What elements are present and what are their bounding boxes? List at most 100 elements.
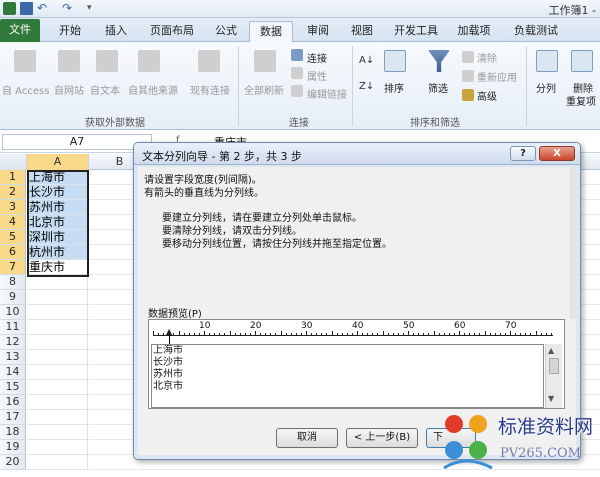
- row-header[interactable]: 4: [0, 215, 26, 230]
- undo-icon[interactable]: ↶: [37, 2, 50, 15]
- row-header[interactable]: 16: [0, 395, 26, 410]
- row-header[interactable]: 3: [0, 200, 26, 215]
- tab-view[interactable]: 视图: [342, 21, 382, 42]
- row-header[interactable]: 6: [0, 245, 26, 260]
- cell-a[interactable]: [27, 335, 88, 350]
- row-header[interactable]: 5: [0, 230, 26, 245]
- text-file-icon: [96, 50, 118, 72]
- edit-links-button[interactable]: 编辑链接: [307, 86, 347, 101]
- column-ruler[interactable]: ▲ 10 20 30 40 50 60 70: [149, 320, 564, 344]
- row-header[interactable]: 18: [0, 425, 26, 440]
- tab-page-layout[interactable]: 页面布局: [142, 21, 202, 42]
- sort-za-icon[interactable]: Z↓: [359, 80, 374, 94]
- ruler-tick: [229, 331, 231, 335]
- tab-addins[interactable]: 加载项: [450, 21, 498, 42]
- row-header[interactable]: 19: [0, 440, 26, 455]
- filter-button[interactable]: 筛选: [428, 80, 448, 95]
- cell-a[interactable]: [27, 455, 88, 470]
- row-header[interactable]: 7: [0, 260, 26, 275]
- clear-button[interactable]: 清除: [477, 50, 497, 65]
- from-access-button[interactable]: 自 Access: [2, 82, 49, 97]
- redo-icon[interactable]: ↷: [62, 2, 75, 15]
- ruler-tick: [423, 333, 425, 335]
- cell-a[interactable]: [27, 410, 88, 425]
- cancel-button[interactable]: 取消: [276, 428, 338, 448]
- ruler-line: [153, 335, 553, 336]
- scroll-up-icon[interactable]: ▲: [548, 346, 554, 355]
- cell-a[interactable]: 长沙市: [27, 185, 88, 200]
- tab-insert[interactable]: 插入: [96, 21, 136, 42]
- select-all-button[interactable]: [0, 154, 27, 170]
- scroll-down-icon[interactable]: ▼: [548, 394, 554, 403]
- column-header-a[interactable]: A: [27, 154, 89, 170]
- advanced-button[interactable]: 高级: [477, 88, 497, 103]
- cell-a[interactable]: [27, 395, 88, 410]
- preview-line: 上海市: [153, 345, 183, 356]
- tab-home[interactable]: 开始: [50, 21, 90, 42]
- row-header[interactable]: 2: [0, 185, 26, 200]
- sort-az-icon[interactable]: A↓: [359, 54, 374, 68]
- name-box[interactable]: A7: [2, 134, 152, 150]
- cell-a[interactable]: [27, 305, 88, 320]
- row-header[interactable]: 13: [0, 350, 26, 365]
- cell-a[interactable]: [27, 320, 88, 335]
- save-icon[interactable]: [20, 2, 33, 15]
- cell-a[interactable]: 苏州市: [27, 200, 88, 215]
- from-text-button[interactable]: 自文本: [90, 82, 120, 97]
- tab-load-test[interactable]: 负载测试: [506, 21, 566, 42]
- existing-connections-button[interactable]: 现有连接: [190, 82, 230, 97]
- refresh-all-button[interactable]: 全部刷新: [244, 82, 284, 97]
- dialog-scrollbar[interactable]: [570, 167, 576, 319]
- row-header[interactable]: 20: [0, 455, 26, 470]
- ruler-tick: [204, 331, 205, 335]
- cell-a[interactable]: [27, 425, 88, 440]
- preview-vertical-scrollbar[interactable]: ▲ ▼: [545, 344, 562, 408]
- ruler-tick: [357, 331, 358, 335]
- cell-a[interactable]: [27, 275, 88, 290]
- dialog-title: 文本分列向导 - 第 2 步，共 3 步: [142, 150, 302, 163]
- reapply-button[interactable]: 重新应用: [477, 69, 517, 84]
- ruler-tick: [249, 333, 251, 335]
- cell-a[interactable]: 杭州市: [27, 245, 88, 260]
- close-button[interactable]: X: [539, 146, 575, 161]
- cell-a[interactable]: 深圳市: [27, 230, 88, 245]
- back-button[interactable]: < 上一步(B): [346, 428, 418, 448]
- row-header[interactable]: 1: [0, 170, 26, 185]
- row-header[interactable]: 10: [0, 305, 26, 320]
- row-header[interactable]: 15: [0, 380, 26, 395]
- row-header[interactable]: 17: [0, 410, 26, 425]
- sort-button[interactable]: 排序: [384, 80, 404, 95]
- tab-developer[interactable]: 开发工具: [388, 21, 444, 42]
- customize-qa-icon[interactable]: ▾: [87, 2, 100, 15]
- row-header[interactable]: 14: [0, 365, 26, 380]
- ruler-number: 60: [454, 321, 466, 331]
- group-get-external-data: 获取外部数据: [85, 118, 145, 129]
- cell-a[interactable]: [27, 440, 88, 455]
- cell-a[interactable]: [27, 380, 88, 395]
- cell-a[interactable]: 上海市: [27, 170, 88, 185]
- tab-data[interactable]: 数据: [249, 21, 293, 42]
- tab-file[interactable]: 文件: [0, 19, 40, 42]
- tab-review[interactable]: 审阅: [298, 21, 338, 42]
- properties-button[interactable]: 属性: [307, 68, 327, 83]
- from-other-button[interactable]: 自其他来源: [128, 82, 178, 97]
- cell-a[interactable]: [27, 290, 88, 305]
- scroll-thumb[interactable]: [549, 358, 559, 374]
- text-to-columns-button[interactable]: 分列: [536, 80, 556, 95]
- data-preview-box[interactable]: ▲ 10 20 30 40 50 60 70 上海市 长沙市 苏州市 北京市 ▲ ▼: [148, 319, 565, 409]
- excel-logo-icon: [3, 2, 16, 15]
- row-header[interactable]: 12: [0, 335, 26, 350]
- cell-a[interactable]: [27, 365, 88, 380]
- cell-a[interactable]: 重庆市: [27, 260, 88, 275]
- cell-a[interactable]: 北京市: [27, 215, 88, 230]
- tab-formulas[interactable]: 公式: [206, 21, 246, 42]
- from-web-button[interactable]: 自网站: [54, 82, 84, 97]
- row-header[interactable]: 9: [0, 290, 26, 305]
- connections-button[interactable]: 连接: [307, 50, 327, 65]
- help-button[interactable]: ?: [510, 146, 536, 161]
- remove-duplicates-label-2: 重复项: [566, 97, 596, 108]
- cell-a[interactable]: [27, 350, 88, 365]
- ruler-tick: [494, 333, 496, 335]
- row-header[interactable]: 8: [0, 275, 26, 290]
- row-header[interactable]: 11: [0, 320, 26, 335]
